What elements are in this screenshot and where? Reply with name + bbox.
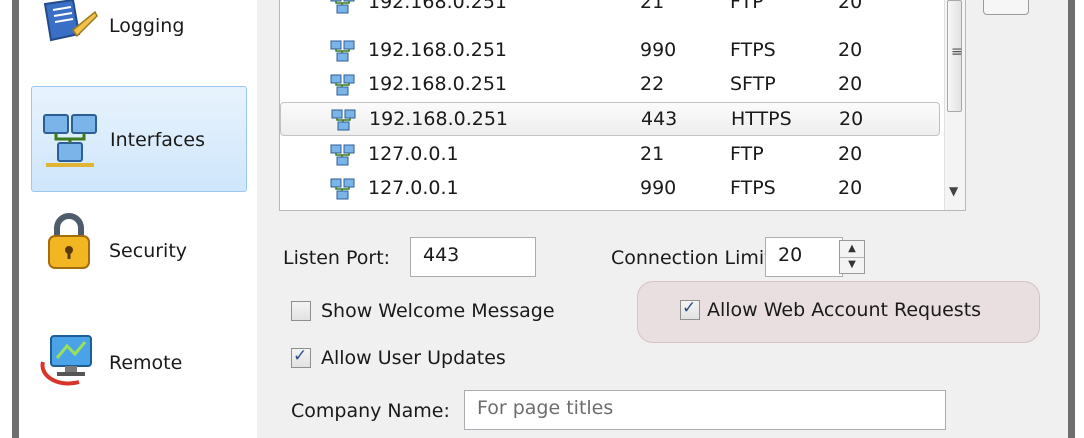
connection-limit-label: Connection Limit: (611, 247, 779, 269)
connection-limit-input[interactable]: 20 (765, 237, 843, 277)
port: 21 (640, 143, 665, 165)
interface-settings-panel: 192.168.0.251 21 FTP 20 192.168.0.251 99… (257, 0, 1068, 438)
connection-limit: 20 (838, 73, 863, 95)
interfaces-list[interactable]: 192.168.0.251 21 FTP 20 192.168.0.251 99… (279, 0, 966, 211)
settings-window: Logging Interfaces Security Remote 192.1… (19, 0, 1068, 438)
connection-limit: 20 (838, 39, 863, 61)
allow-web-account-checkbox[interactable]: ✓ (680, 298, 700, 320)
protocol: FTP (730, 143, 764, 165)
table-row-selected[interactable]: 192.168.0.251 443 HTTPS 20 (280, 102, 940, 136)
scroll-down-arrow-icon[interactable]: ▼ (949, 184, 958, 198)
table-row[interactable]: 192.168.0.251 21 FTP 20 (280, 0, 940, 20)
sidebar-item-label: Logging (109, 15, 185, 37)
remote-monitor-icon (40, 335, 92, 386)
protocol: FTPS (730, 177, 776, 199)
sidebar: Logging Interfaces Security Remote (19, 0, 258, 438)
port: 22 (640, 73, 665, 95)
table-row[interactable]: 127.0.0.1 990 FTPS 20 (280, 172, 940, 206)
connection-limit: 20 (838, 177, 863, 199)
network-icon (330, 178, 355, 200)
sidebar-item-remote[interactable]: Remote (31, 310, 247, 416)
protocol: HTTPS (731, 108, 792, 130)
sidebar-item-label: Security (109, 240, 188, 262)
port: 21 (640, 0, 665, 13)
top-right-button[interactable] (983, 0, 1029, 15)
checkmark-icon: ✓ (682, 298, 697, 318)
padlock-icon (48, 213, 90, 269)
stepper-up-icon[interactable]: ▲ (840, 241, 864, 258)
logging-icon (43, 0, 98, 42)
allow-web-account-label: Allow Web Account Requests (707, 299, 982, 321)
network-icon (330, 40, 355, 62)
port: 990 (640, 39, 677, 61)
window-frame-left (12, 0, 19, 438)
network-icon (330, 74, 355, 96)
table-row[interactable]: 192.168.0.251 22 SFTP 20 (280, 68, 940, 102)
stepper-down-icon[interactable]: ▼ (840, 257, 864, 273)
connection-limit: 20 (838, 0, 863, 13)
protocol: FTPS (730, 39, 776, 61)
ip-address: 192.168.0.251 (368, 39, 508, 61)
scrollbar-thumb[interactable]: ≡ (947, 0, 963, 112)
port: 990 (640, 177, 677, 199)
ip-address: 192.168.0.251 (368, 73, 508, 95)
allow-user-updates-label: Allow User Updates (321, 347, 506, 369)
grip-icon: ≡ (951, 44, 963, 60)
listen-port-input[interactable]: 443 (410, 237, 536, 277)
show-welcome-label: Show Welcome Message (321, 300, 555, 322)
ip-address: 127.0.0.1 (368, 143, 459, 165)
network-icon (330, 144, 355, 166)
network-icon (43, 114, 97, 167)
network-icon (330, 0, 355, 14)
connection-limit-stepper[interactable]: ▲ ▼ (839, 240, 865, 274)
sidebar-item-security[interactable]: Security (31, 198, 247, 304)
company-name-input[interactable]: For page titles (464, 390, 946, 430)
sidebar-item-label: Remote (109, 352, 183, 374)
company-name-placeholder: For page titles (477, 397, 614, 419)
sidebar-item-logging[interactable]: Logging (31, 0, 247, 76)
vertical-scrollbar[interactable]: ≡ ▼ (944, 0, 965, 210)
connection-limit: 20 (839, 108, 864, 130)
allow-user-updates-checkbox[interactable]: ✓ (291, 346, 311, 368)
show-welcome-checkbox[interactable] (291, 301, 311, 321)
window-frame-right (1068, 0, 1075, 438)
listen-port-label: Listen Port: (283, 247, 391, 269)
sidebar-item-label: Interfaces (110, 129, 205, 151)
table-row[interactable]: 192.168.0.251 990 FTPS 20 (280, 34, 940, 68)
network-icon (331, 109, 356, 131)
ip-address: 192.168.0.251 (368, 0, 508, 13)
sidebar-item-interfaces[interactable]: Interfaces (31, 86, 247, 192)
company-name-label: Company Name: (291, 400, 450, 422)
protocol: SFTP (730, 73, 776, 95)
table-row[interactable]: 127.0.0.1 21 FTP 20 (280, 138, 940, 172)
protocol: FTP (730, 0, 764, 13)
ip-address: 127.0.0.1 (368, 177, 459, 199)
checkmark-icon: ✓ (293, 346, 308, 366)
ip-address: 192.168.0.251 (369, 108, 509, 130)
connection-limit: 20 (838, 143, 863, 165)
port: 443 (641, 108, 678, 130)
